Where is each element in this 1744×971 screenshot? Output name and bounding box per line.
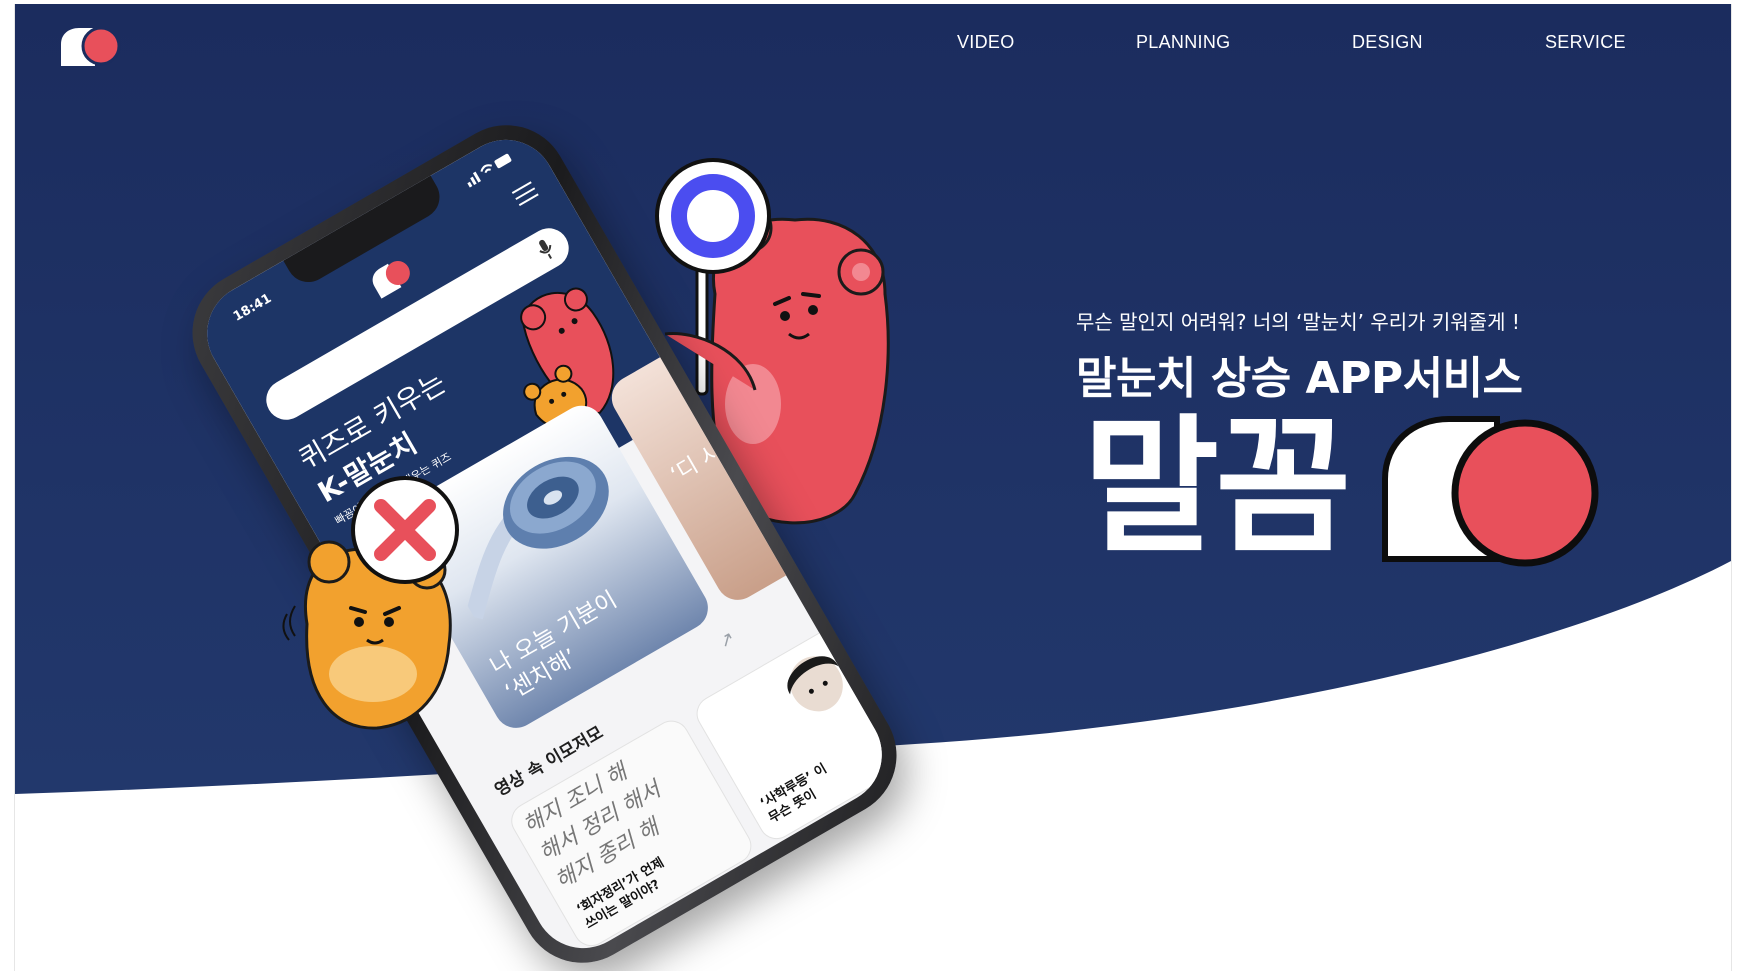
- nav-planning[interactable]: PLANNING: [1136, 32, 1230, 53]
- nav-design[interactable]: DESIGN: [1352, 32, 1423, 53]
- brand-logo-mark: [1382, 416, 1599, 567]
- microphone-icon[interactable]: [535, 237, 558, 263]
- orange-bear-character: X: [277, 474, 459, 730]
- nav-video[interactable]: VIDEO: [957, 32, 1015, 53]
- o-sign-label: O: [635, 154, 636, 155]
- nav-service[interactable]: SERVICE: [1545, 32, 1626, 53]
- x-sign-label: X: [277, 474, 278, 475]
- main-nav: VIDEO PLANNING DESIGN SERVICE: [15, 32, 1731, 62]
- page-frame: VIDEO PLANNING DESIGN SERVICE 무슨 말인지 어려워…: [14, 4, 1732, 971]
- brand-name: 말꼼: [1083, 401, 1351, 573]
- hero-tagline: 무슨 말인지 어려워? 너의 ‘말눈치’ 우리가 키워줄게 !: [1076, 310, 1520, 334]
- hero-headline: 말눈치 상승 APP서비스: [1076, 353, 1523, 404]
- arrow-right-icon[interactable]: ↗: [715, 627, 739, 653]
